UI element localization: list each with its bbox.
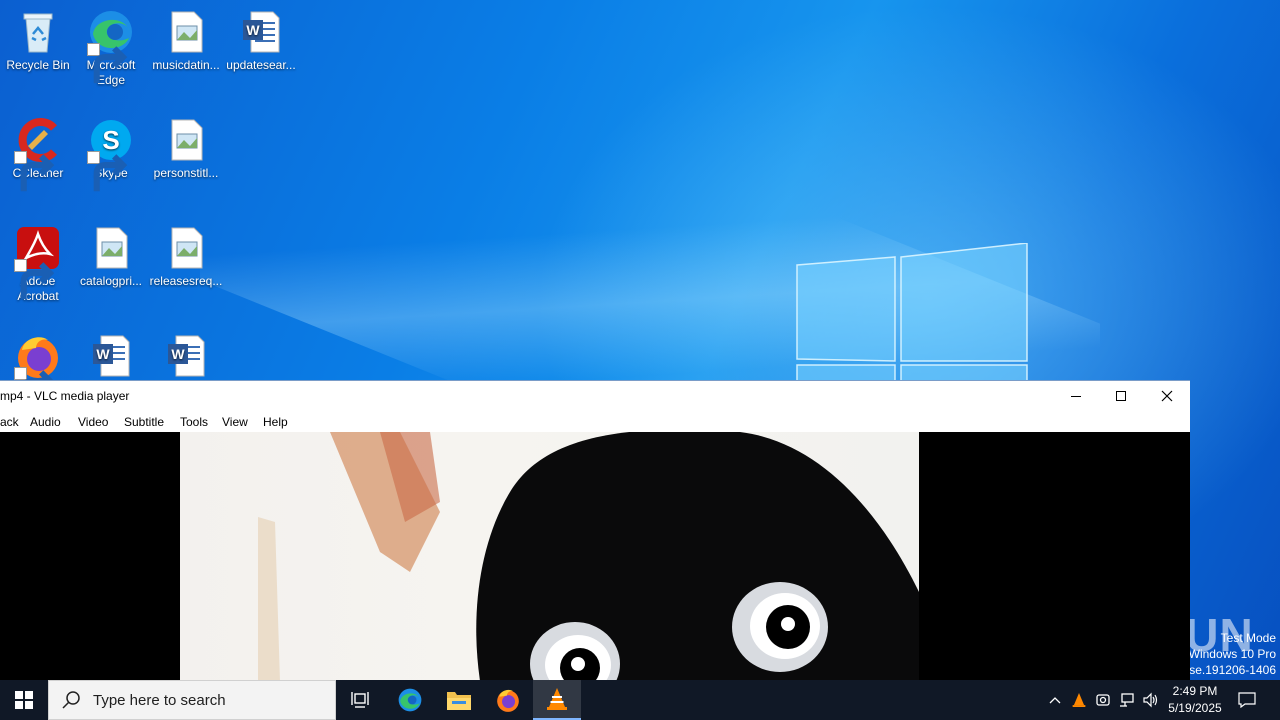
- svg-text:W: W: [96, 346, 110, 362]
- desktop-icon-releasesreq[interactable]: releasesreq...: [148, 224, 224, 289]
- vlc-cone-icon: [547, 688, 567, 710]
- image-file-icon: [162, 116, 210, 164]
- shortcut-arrow-icon: [87, 151, 128, 192]
- skype-icon: S: [87, 116, 135, 192]
- shortcut-arrow-icon: [14, 151, 55, 192]
- svg-text:S: S: [102, 125, 119, 155]
- minimize-icon: [1071, 396, 1081, 397]
- menu-tools[interactable]: Tools: [180, 415, 208, 429]
- close-button[interactable]: [1144, 381, 1190, 411]
- firefox-icon: [497, 689, 519, 712]
- clock-time: 2:49 PM: [1172, 684, 1218, 698]
- desktop-icon-firefox[interactable]: [0, 332, 76, 408]
- desktop-icon-skype[interactable]: S Skype: [73, 116, 149, 192]
- video-frame: [180, 432, 919, 680]
- build-line: ase.191206-1406: [1182, 663, 1276, 677]
- svg-text:W: W: [246, 22, 260, 38]
- vlc-window[interactable]: mp4 - VLC media player ack Audio Video S…: [0, 380, 1190, 680]
- svg-text:W: W: [171, 346, 185, 362]
- search-icon: [62, 691, 80, 709]
- clock-date: 5/19/2025: [1168, 701, 1222, 715]
- menu-help[interactable]: Help: [263, 415, 288, 429]
- menu-bar: ack Audio Video Subtitle Tools View Help: [0, 411, 1190, 433]
- desktop-icon-label: musicdatin...: [152, 58, 220, 72]
- firefox-icon: [14, 332, 62, 408]
- adobe-acrobat-icon: [14, 224, 62, 300]
- test-mode-text: Test Mode Windows 10 Pro ase.191206-1406: [1183, 630, 1276, 678]
- desktop-icon-label: Recycle Bin: [6, 58, 70, 72]
- vlc-cone-icon: [1072, 693, 1086, 707]
- shortcut-arrow-icon: [87, 43, 128, 84]
- desktop-icon-edge[interactable]: Microsoft Edge: [73, 8, 149, 88]
- maximize-button[interactable]: [1098, 381, 1144, 411]
- desktop-icon-word-doc[interactable]: W: [73, 332, 149, 382]
- windows-start-icon: [15, 691, 33, 709]
- screen-capture-icon: [1096, 694, 1110, 706]
- taskbar-firefox[interactable]: [484, 680, 532, 720]
- system-clock[interactable]: 2:49 PM 5/19/2025: [1162, 683, 1228, 717]
- desktop-icon-adobe-acrobat[interactable]: Adobe Acrobat: [0, 224, 76, 304]
- action-center-button[interactable]: [1232, 680, 1262, 720]
- start-button[interactable]: [0, 680, 48, 720]
- video-content: [258, 432, 919, 680]
- tray-volume[interactable]: [1140, 680, 1162, 720]
- desktop-icon-label: releasesreq...: [149, 274, 223, 288]
- windows-edition-line: Windows 10 Pro: [1188, 647, 1276, 661]
- menu-video[interactable]: Video: [78, 415, 108, 429]
- menu-audio[interactable]: Audio: [30, 415, 61, 429]
- title-bar[interactable]: mp4 - VLC media player: [0, 381, 1190, 411]
- menu-subtitle[interactable]: Subtitle: [124, 415, 164, 429]
- image-file-icon: [162, 8, 210, 56]
- minimize-button[interactable]: [1053, 381, 1099, 411]
- shortcut-arrow-icon: [14, 367, 55, 408]
- task-view-button[interactable]: [336, 680, 384, 720]
- taskbar-file-explorer[interactable]: [435, 680, 483, 720]
- tray-vlc[interactable]: [1068, 680, 1090, 720]
- desktop-icon-ccleaner[interactable]: CCleaner: [0, 116, 76, 192]
- word-document-icon: W: [162, 332, 210, 380]
- desktop-icon-label: catalogpri...: [79, 274, 143, 288]
- image-file-icon: [87, 224, 135, 272]
- desktop-icon-musicdating[interactable]: musicdatin...: [148, 8, 224, 73]
- shortcut-arrow-icon: [14, 259, 55, 300]
- taskbar: Type here to search 2:49 PM 5/19/2025: [0, 680, 1280, 720]
- notification-icon: [1238, 692, 1256, 708]
- video-area[interactable]: [0, 432, 1190, 680]
- speaker-icon: [1143, 692, 1158, 708]
- word-document-icon: W: [87, 332, 135, 380]
- chevron-up-icon: [1049, 697, 1061, 704]
- ccleaner-icon: [14, 116, 62, 192]
- windows-logo-wallpaper: [796, 243, 1028, 383]
- menu-view[interactable]: View: [222, 415, 248, 429]
- desktop: Recycle Bin Microsoft Edge musicdatin...…: [0, 0, 1280, 680]
- edge-icon: [398, 688, 422, 712]
- recycle-bin-icon: [14, 8, 62, 56]
- desktop-icon-personstitl[interactable]: personstitl...: [148, 116, 224, 181]
- maximize-icon: [1116, 391, 1126, 401]
- tray-capture[interactable]: [1092, 680, 1114, 720]
- desktop-icon-word-doc[interactable]: W: [148, 332, 224, 382]
- network-icon: [1120, 693, 1134, 707]
- menu-playback[interactable]: ack: [0, 415, 19, 429]
- desktop-icon-updatesear[interactable]: W updatesear...: [223, 8, 299, 73]
- window-title: mp4 - VLC media player: [0, 389, 130, 403]
- desktop-icon-catalogpri[interactable]: catalogpri...: [73, 224, 149, 289]
- word-document-icon: W: [237, 8, 285, 56]
- folder-icon: [447, 692, 471, 710]
- taskbar-edge[interactable]: [386, 680, 434, 720]
- tray-network[interactable]: [1116, 680, 1138, 720]
- task-view-icon: [351, 692, 369, 708]
- taskbar-vlc[interactable]: [533, 680, 581, 720]
- show-hidden-icons-button[interactable]: [1045, 680, 1065, 720]
- search-box[interactable]: Type here to search: [48, 680, 336, 720]
- desktop-icon-label: updatesear...: [226, 58, 296, 72]
- test-mode-line: Test Mode: [1220, 631, 1276, 645]
- image-file-icon: [162, 224, 210, 272]
- desktop-icon-label: personstitl...: [153, 166, 219, 180]
- edge-icon: [87, 8, 135, 84]
- close-icon: [1161, 390, 1173, 402]
- search-placeholder: Type here to search: [93, 691, 226, 709]
- desktop-icon-recycle-bin[interactable]: Recycle Bin: [0, 8, 76, 73]
